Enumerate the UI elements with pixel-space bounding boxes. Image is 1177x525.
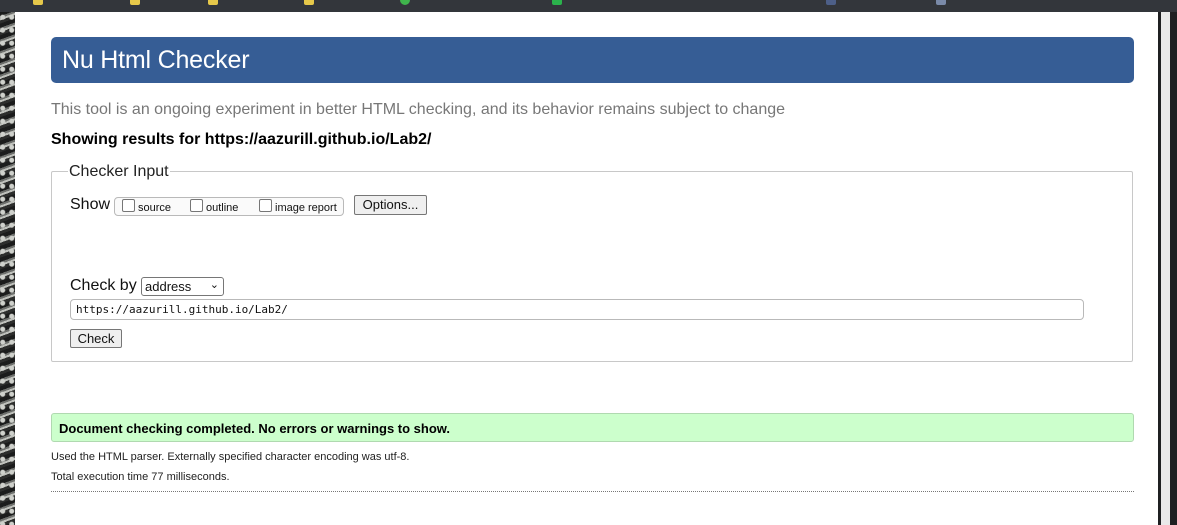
- page-title: Nu Html Checker: [62, 46, 250, 74]
- checker-page: Nu Html Checker This tool is an ongoing …: [15, 12, 1158, 525]
- bookmark-folder-icon[interactable]: [33, 0, 43, 5]
- scrollbar-track[interactable]: [1161, 12, 1170, 525]
- checker-input-fieldset: Checker Input Show source outline image …: [51, 163, 1133, 362]
- outline-checkbox-label[interactable]: outline: [206, 202, 238, 214]
- bookmark-site-icon[interactable]: [552, 0, 562, 5]
- fieldset-legend: Checker Input: [68, 163, 170, 181]
- image-report-checkbox-label[interactable]: image report: [275, 202, 337, 214]
- execution-time-info: Total execution time 77 milliseconds.: [51, 471, 230, 483]
- source-checkbox[interactable]: [122, 199, 135, 212]
- check-by-select[interactable]: address ⌄: [141, 277, 224, 296]
- options-button[interactable]: Options...: [354, 195, 427, 215]
- check-by-label: Check by: [70, 277, 137, 294]
- outline-checkbox[interactable]: [190, 199, 203, 212]
- background-image: [0, 12, 15, 525]
- show-label: Show: [70, 196, 111, 213]
- bookmarks-bar: [0, 0, 1177, 12]
- results-for-heading: Showing results for https://aazurill.git…: [51, 131, 432, 148]
- success-message: Document checking completed. No errors o…: [59, 421, 451, 436]
- source-checkbox-label[interactable]: source: [138, 202, 171, 214]
- scrollbar[interactable]: [1158, 12, 1177, 525]
- bookmark-site-icon[interactable]: [400, 0, 410, 5]
- check-by-selected-value: address: [145, 279, 192, 294]
- intro-text: This tool is an ongoing experiment in be…: [51, 101, 786, 118]
- show-options-group: source outline image report: [114, 197, 344, 216]
- bookmark-folder-icon[interactable]: [208, 0, 218, 5]
- check-button[interactable]: Check: [70, 329, 122, 348]
- bookmark-folder-icon[interactable]: [130, 0, 140, 5]
- url-input[interactable]: https://aazurill.github.io/Lab2/: [70, 299, 1084, 320]
- chevron-down-icon: ⌄: [209, 279, 219, 291]
- bookmark-folder-icon[interactable]: [304, 0, 314, 5]
- bookmark-site-icon[interactable]: [936, 0, 946, 5]
- parser-info: Used the HTML parser. Externally specifi…: [51, 451, 410, 463]
- bookmark-site-icon[interactable]: [826, 0, 836, 5]
- browser-window: Nu Html Checker This tool is an ongoing …: [0, 0, 1177, 525]
- url-input-value: https://aazurill.github.io/Lab2/: [76, 303, 288, 316]
- page-header: Nu Html Checker: [51, 37, 1134, 83]
- divider: [51, 491, 1134, 492]
- success-message-box: Document checking completed. No errors o…: [51, 413, 1134, 442]
- image-report-checkbox[interactable]: [259, 199, 272, 212]
